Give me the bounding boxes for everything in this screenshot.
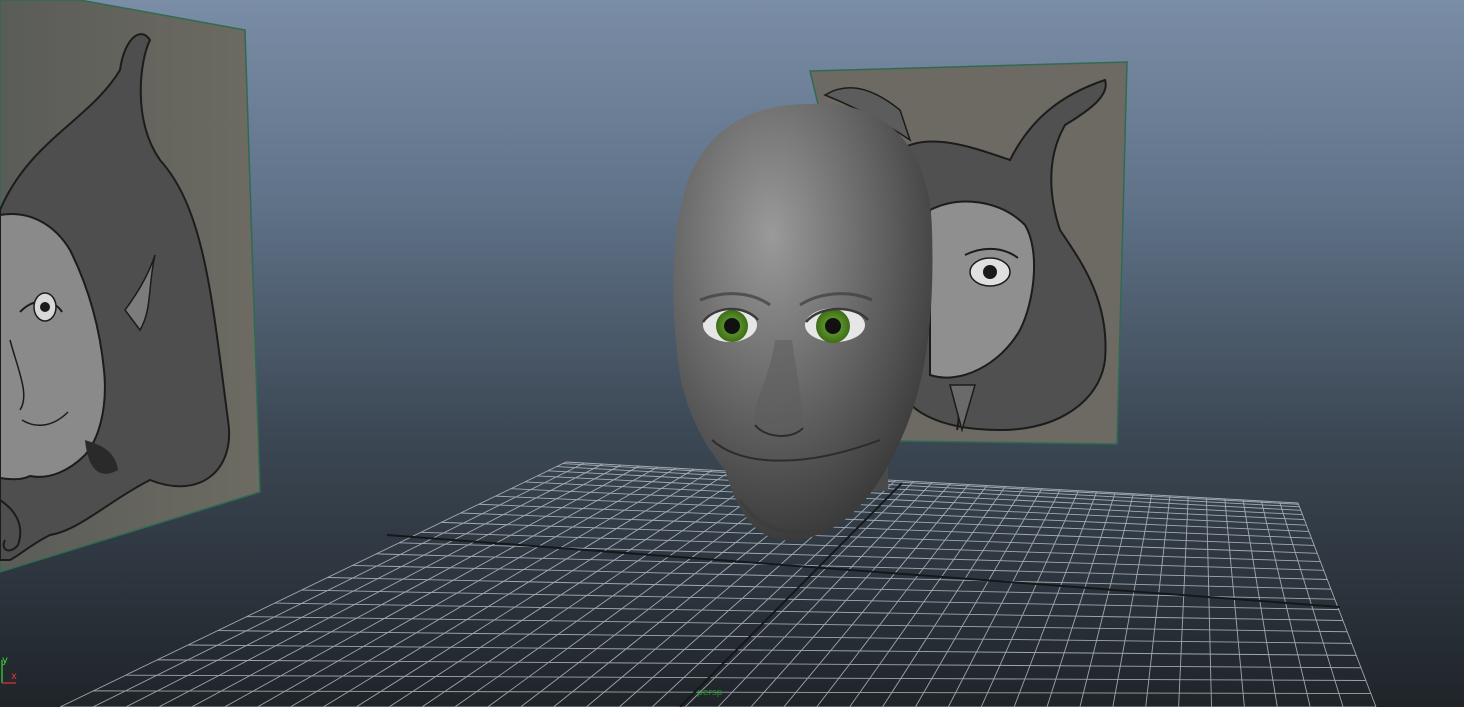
3d-viewport[interactable]: y x persp: [0, 0, 1464, 707]
grid-axis-line: [386, 534, 1341, 608]
axis-y-label: y: [2, 655, 8, 666]
image-plane-side[interactable]: [0, 0, 261, 573]
ground-grid[interactable]: [59, 461, 1377, 707]
camera-name-label: persp: [697, 688, 723, 698]
axis-x-label: x: [11, 671, 17, 682]
viewport-scene[interactable]: [0, 0, 1464, 707]
